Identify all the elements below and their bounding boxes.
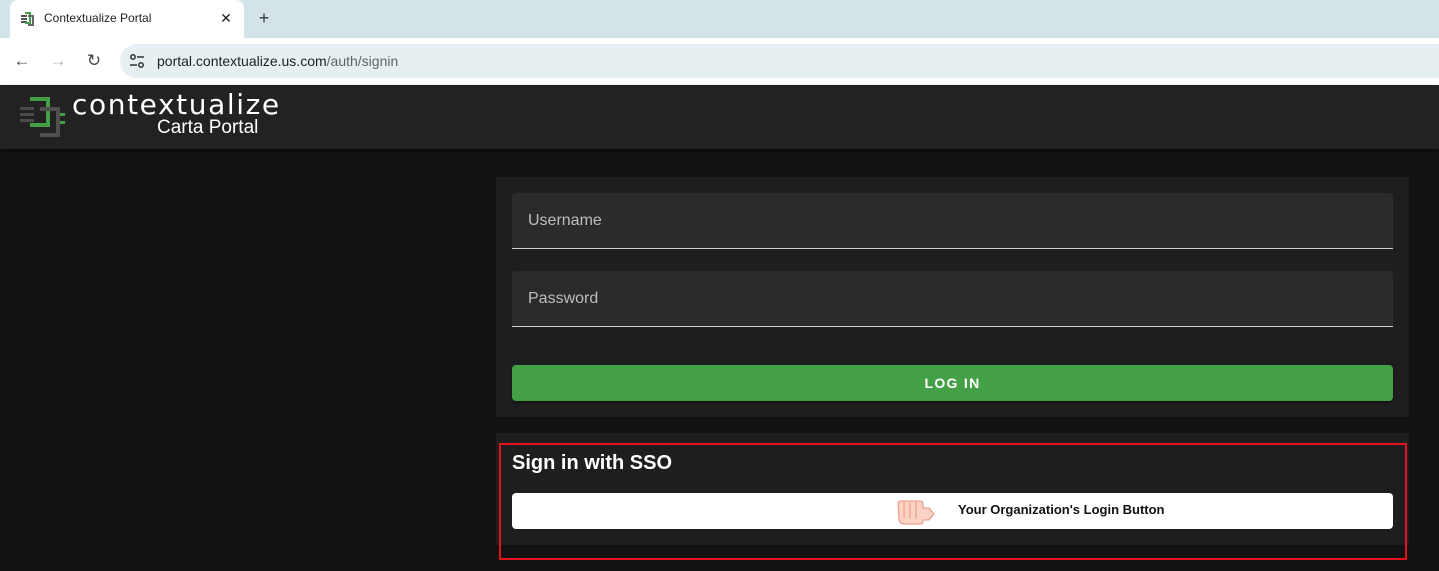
browser-toolbar: ← → ↻ portal.contextualize.us.com/auth/s… bbox=[0, 38, 1439, 85]
url-host: portal.contextualize.us.com bbox=[157, 53, 327, 69]
new-tab-icon[interactable]: + bbox=[254, 8, 274, 28]
url-text[interactable]: portal.contextualize.us.com/auth/signin bbox=[157, 53, 398, 69]
browser-tab-strip: Contextualize Portal ✕ + bbox=[0, 0, 1439, 38]
password-field[interactable] bbox=[512, 271, 1393, 327]
url-path: /auth/signin bbox=[326, 53, 399, 69]
contextualize-logo-icon[interactable] bbox=[18, 95, 68, 139]
sso-login-button[interactable]: Your Organization's Login Button bbox=[512, 493, 1393, 529]
login-card: LOG IN bbox=[496, 177, 1409, 417]
forward-arrow-icon[interactable]: → bbox=[46, 49, 70, 73]
reload-icon[interactable]: ↻ bbox=[82, 49, 106, 73]
pointing-hand-icon bbox=[897, 500, 935, 525]
username-input[interactable] bbox=[512, 193, 1393, 248]
password-input[interactable] bbox=[512, 271, 1393, 326]
tab-title: Contextualize Portal bbox=[44, 11, 152, 25]
address-bar[interactable]: portal.contextualize.us.com/auth/signin bbox=[120, 44, 1439, 78]
site-settings-icon[interactable] bbox=[128, 52, 146, 70]
login-button[interactable]: LOG IN bbox=[512, 365, 1393, 401]
sso-card: Sign in with SSO Your Organization's Log… bbox=[496, 433, 1409, 545]
app-header: contextualize Carta Portal bbox=[0, 85, 1439, 149]
username-field[interactable] bbox=[512, 193, 1393, 249]
sso-button-label: Your Organization's Login Button bbox=[958, 502, 1165, 517]
product-name: Carta Portal bbox=[157, 117, 259, 138]
close-tab-icon[interactable]: ✕ bbox=[216, 8, 236, 28]
sso-title: Sign in with SSO bbox=[512, 452, 672, 474]
browser-tab[interactable]: Contextualize Portal ✕ bbox=[10, 0, 244, 38]
back-arrow-icon[interactable]: ← bbox=[10, 49, 34, 73]
contextualize-favicon-icon bbox=[21, 12, 34, 26]
